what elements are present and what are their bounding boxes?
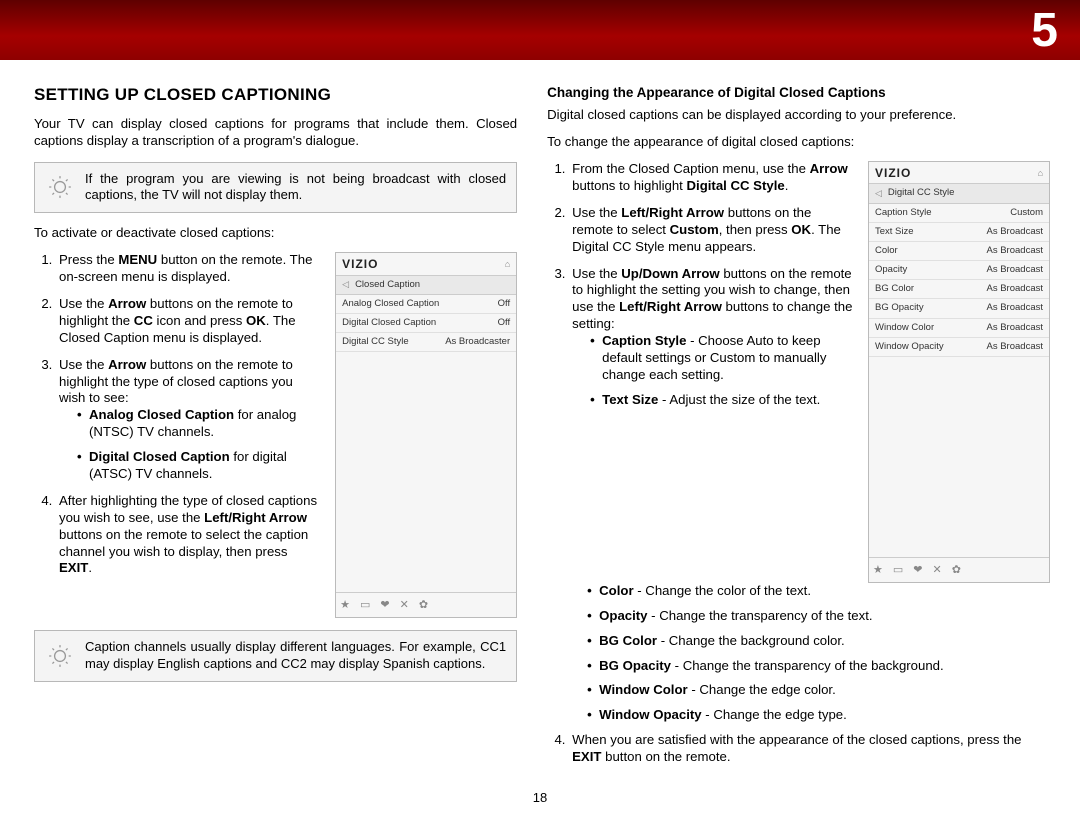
gear-icon: ✿ [419, 598, 428, 612]
sub-item: Caption Style - Choose Auto to keep defa… [590, 333, 854, 384]
osd-title: Digital CC Style [888, 187, 955, 199]
tip-box: Caption channels usually display differe… [34, 630, 517, 682]
step-item: From the Closed Caption menu, use the Ar… [569, 161, 854, 195]
osd-footer: ★ ▭ ❤ ✕ ✿ [336, 592, 516, 617]
osd-title-row: ◁ Closed Caption [336, 275, 516, 295]
step-item: Use the Left/Right Arrow buttons on the … [569, 205, 854, 256]
sub-list: Caption Style - Choose Auto to keep defa… [572, 333, 854, 409]
osd-panel-digital-cc-style: VIZIO ⌂ ◁ Digital CC Style Caption Style… [868, 161, 1050, 583]
sub-item: Digital Closed Caption for digital (ATSC… [77, 449, 321, 483]
step-item: Use the Up/Down Arrow buttons on the rem… [569, 266, 854, 409]
sub-item: Color - Change the color of the text. [587, 583, 1050, 600]
osd-row: Analog Closed CaptionOff [336, 295, 516, 314]
lead-text: To activate or deactivate closed caption… [34, 225, 517, 242]
section-heading: SETTING UP CLOSED CAPTIONING [34, 84, 517, 106]
osd-row: Digital CC StyleAs Broadcaster [336, 333, 516, 352]
osd-row: ColorAs Broadcast [869, 242, 1049, 261]
right-column: Changing the Appearance of Digital Close… [547, 84, 1050, 776]
step-list: Press the MENU button on the remote. The… [34, 252, 321, 577]
star-icon: ★ [873, 563, 883, 577]
tip-text: If the program you are viewing is not be… [85, 171, 506, 205]
osd-title-row: ◁ Digital CC Style [869, 183, 1049, 203]
osd-row: Digital Closed CaptionOff [336, 314, 516, 333]
tip-box: If the program you are viewing is not be… [34, 162, 517, 214]
osd-row: Window OpacityAs Broadcast [869, 338, 1049, 357]
osd-footer: ★ ▭ ❤ ✕ ✿ [869, 557, 1049, 582]
osd-title: Closed Caption [355, 279, 420, 291]
subsection-heading: Changing the Appearance of Digital Close… [547, 84, 1050, 101]
x-icon: ✕ [933, 563, 942, 577]
intro-text: Digital closed captions can be displayed… [547, 107, 1050, 124]
home-icon: ⌂ [1038, 168, 1043, 180]
osd-panel-closed-caption: VIZIO ⌂ ◁ Closed Caption Analog Closed C… [335, 252, 517, 618]
osd-row: BG ColorAs Broadcast [869, 280, 1049, 299]
back-icon: ◁ [342, 279, 349, 291]
lead-text: To change the appearance of digital clos… [547, 134, 1050, 151]
osd-brand: VIZIO [875, 166, 911, 181]
step-item: Press the MENU button on the remote. The… [56, 252, 321, 286]
sub-list: Analog Closed Caption for analog (NTSC) … [59, 407, 321, 483]
pip-icon: ▭ [893, 563, 903, 577]
step-list-continued: When you are satisfied with the appearan… [547, 732, 1050, 766]
left-column: SETTING UP CLOSED CAPTIONING Your TV can… [34, 84, 517, 776]
tip-text: Caption channels usually display differe… [85, 639, 506, 673]
x-icon: ✕ [400, 598, 409, 612]
step-item: After highlighting the type of closed ca… [56, 493, 321, 577]
chapter-number: 5 [1031, 3, 1058, 58]
osd-row: Caption StyleCustom [869, 204, 1049, 223]
sub-item: Window Opacity - Change the edge type. [587, 707, 1050, 724]
intro-text: Your TV can display closed captions for … [34, 116, 517, 150]
lightbulb-icon [45, 174, 75, 200]
osd-row: BG OpacityAs Broadcast [869, 299, 1049, 318]
osd-row: Text SizeAs Broadcast [869, 223, 1049, 242]
step-item: Use the Arrow buttons on the remote to h… [56, 357, 321, 483]
osd-brand: VIZIO [342, 257, 378, 272]
sub-item: Analog Closed Caption for analog (NTSC) … [77, 407, 321, 441]
step-list: From the Closed Caption menu, use the Ar… [547, 161, 854, 409]
step-item: Use the Arrow buttons on the remote to h… [56, 296, 321, 347]
sub-item: Text Size - Adjust the size of the text. [590, 392, 854, 409]
page-number: 18 [0, 790, 1080, 805]
sub-item: Window Color - Change the edge color. [587, 682, 1050, 699]
v-icon: ❤ [380, 598, 389, 612]
star-icon: ★ [340, 598, 350, 612]
sub-list-continued: Color - Change the color of the text. Op… [547, 583, 1050, 724]
osd-row: OpacityAs Broadcast [869, 261, 1049, 280]
back-icon: ◁ [875, 188, 882, 200]
sub-item: Opacity - Change the transparency of the… [587, 608, 1050, 625]
step-item: When you are satisfied with the appearan… [569, 732, 1050, 766]
gear-icon: ✿ [952, 563, 961, 577]
pip-icon: ▭ [360, 598, 370, 612]
lightbulb-icon [45, 643, 75, 669]
chapter-bar: 5 [0, 0, 1080, 60]
v-icon: ❤ [913, 563, 922, 577]
page-body: SETTING UP CLOSED CAPTIONING Your TV can… [0, 60, 1080, 786]
home-icon: ⌂ [505, 259, 510, 271]
sub-item: BG Color - Change the background color. [587, 633, 1050, 650]
sub-item: BG Opacity - Change the transparency of … [587, 658, 1050, 675]
osd-row: Window ColorAs Broadcast [869, 319, 1049, 338]
